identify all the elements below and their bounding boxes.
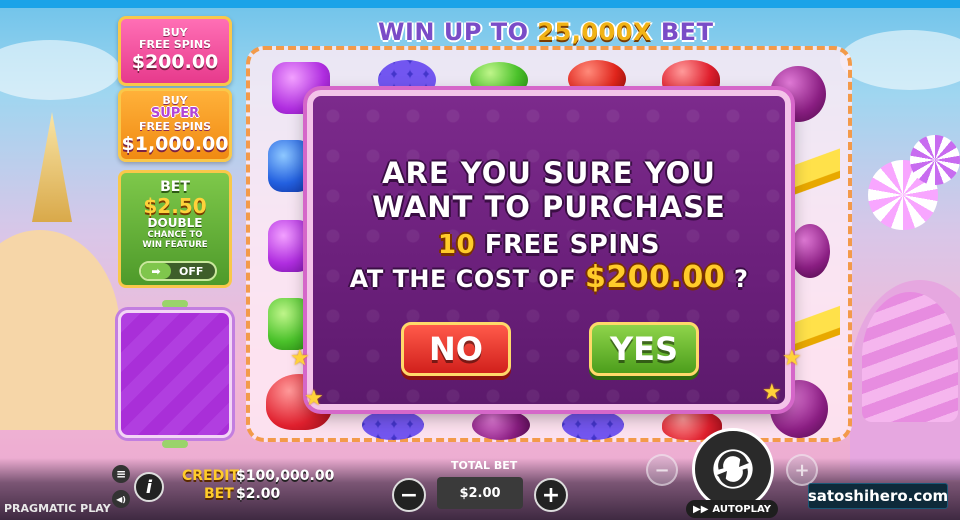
total-bet-label: TOTAL BET [451,459,518,472]
spin-count: 10 [437,230,476,260]
feature-slot [118,310,232,438]
top-bar [0,0,960,8]
cost-prefix: AT THE COST OF [349,265,585,293]
chance-to-label: CHANCE TO [147,230,203,240]
autoplay-button[interactable]: ▶▶ AUTOPLAY [686,500,778,518]
dialog-line-3: 10 FREE SPINS [313,230,785,260]
yes-button[interactable]: YES [589,322,699,376]
sound-button[interactable]: ◀) [112,490,130,508]
dialog-line-4: AT THE COST OF $200.00 ? [313,260,785,295]
star-icon: ★ [290,346,310,371]
super-label: SUPER [150,106,200,121]
background-cloud [0,40,120,100]
free-spins-text: FREE SPINS [475,230,661,260]
cupcake-icon [862,292,958,422]
plum-symbol [472,410,530,440]
double-label: DOUBLE [147,216,203,230]
fast-forward-icon: ▶▶ [693,503,709,515]
credit-label: CREDIT [182,468,239,484]
dialog-line-2: WANT TO PURCHASE [372,190,726,224]
bet-amount: $2.50 [143,194,207,218]
spin-button[interactable] [692,428,774,510]
spin-arrows-icon [717,451,749,487]
bet-value: $2.00 [236,486,281,502]
bet-label: BET [160,179,190,195]
star-icon: ★ [782,346,802,371]
blue-candy-symbol [268,140,312,192]
grapes-symbol [362,410,424,440]
toggle-state-label: OFF [179,264,204,278]
slot-tab-bottom [162,440,188,448]
purple-candy-symbol [268,220,312,272]
bet-label: BET [204,486,234,502]
no-button[interactable]: NO [401,322,511,376]
lollipop-icon [910,135,960,185]
plum-symbol [790,224,830,278]
increase-bet-button[interactable]: + [534,478,568,512]
decrease-bet-button[interactable]: − [392,478,426,512]
total-bet-value: $2.00 [437,477,523,509]
free-spins-label: FREE SPINS [138,120,212,133]
win-feature-label: WIN FEATURE [142,240,208,250]
question-mark: ? [725,265,749,293]
star-icon: ★ [304,386,324,411]
banana-symbol [790,144,840,200]
buy-super-free-spins-button[interactable]: BUY SUPER FREE SPINS $1,000.00 [118,88,232,162]
purchase-cost: $200.00 [584,260,726,295]
ice-cream-icon [32,112,72,222]
menu-button[interactable]: ≡ [112,465,130,483]
star-icon: ★ [762,380,782,405]
slot-tab-top [162,300,188,308]
background-hill [0,230,120,430]
site-watermark: satoshihero.com [808,483,948,509]
buy-free-spins-price: $200.00 [131,51,219,73]
double-chance-panel: BET $2.50 DOUBLE CHANCE TO WIN FEATURE ➡… [118,170,232,288]
quick-plus-button[interactable]: + [786,454,818,486]
dialog-line-1: ARE YOU SURE YOU [382,156,716,190]
double-chance-toggle[interactable]: ➡ OFF [139,261,217,281]
background-cloud [840,30,960,90]
quick-minus-button[interactable]: − [646,454,678,486]
buy-free-spins-button[interactable]: BUY FREE SPINS $200.00 [118,16,232,86]
provider-logo: PRAGMATIC PLAY [4,502,111,515]
info-button[interactable]: i [134,472,164,502]
autoplay-label: AUTOPLAY [712,503,771,515]
grapes-symbol [562,410,624,440]
arrow-right-icon: ➡ [141,263,171,279]
credit-value: $100,000.00 [236,468,335,484]
free-spins-label: FREE SPINS [138,38,212,51]
buy-super-price: $1,000.00 [121,133,229,155]
green-candy-symbol [268,298,312,350]
purchase-confirmation-dialog: ARE YOU SURE YOU WANT TO PURCHASE 10 FRE… [307,90,791,410]
